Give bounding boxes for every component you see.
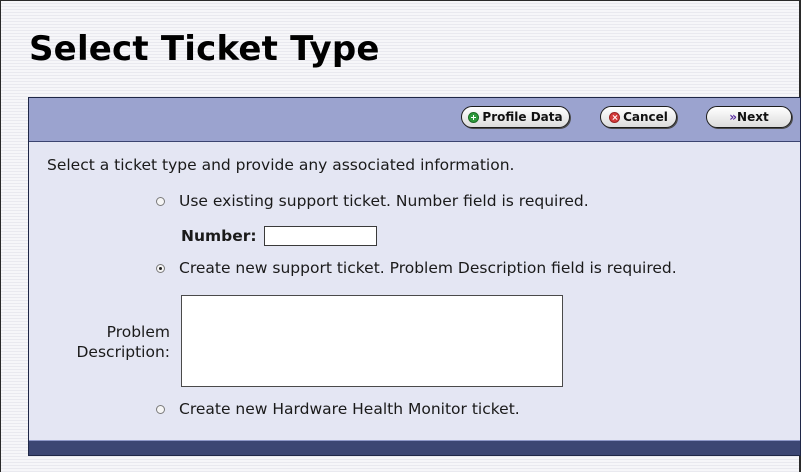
panel-footer-bar xyxy=(29,440,800,455)
next-button[interactable]: » Next xyxy=(706,106,792,128)
plus-circle-icon xyxy=(468,111,480,123)
option-new-ticket-label: Create new support ticket. Problem Descr… xyxy=(179,259,677,277)
option-existing-ticket-label: Use existing support ticket. Number fiel… xyxy=(179,192,589,210)
problem-description-textarea[interactable] xyxy=(181,295,563,387)
profile-data-button[interactable]: Profile Data xyxy=(461,106,570,128)
option-hardware-health-ticket[interactable]: Create new Hardware Health Monitor ticke… xyxy=(156,400,520,418)
cancel-label: Cancel xyxy=(623,110,668,124)
page-title: Select Ticket Type xyxy=(29,29,380,69)
intro-text: Select a ticket type and provide any ass… xyxy=(47,156,515,174)
double-chevron-right-icon: » xyxy=(729,110,737,124)
problem-label-line2: Description: xyxy=(76,343,171,361)
profile-data-label: Profile Data xyxy=(482,110,563,124)
cancel-button[interactable]: Cancel xyxy=(600,106,677,128)
radio-existing-ticket[interactable] xyxy=(156,196,165,206)
x-circle-icon xyxy=(609,111,621,123)
option-hardware-health-label: Create new Hardware Health Monitor ticke… xyxy=(179,400,520,418)
option-existing-ticket[interactable]: Use existing support ticket. Number fiel… xyxy=(156,192,589,210)
toolbar: Profile Data Cancel » Next xyxy=(29,98,800,142)
form-content: Select a ticket type and provide any ass… xyxy=(29,142,800,438)
number-row: Number: xyxy=(181,226,377,246)
problem-description-label: Problem Description: xyxy=(69,322,171,362)
radio-hardware-health-ticket[interactable] xyxy=(156,404,165,414)
number-input[interactable] xyxy=(263,226,377,246)
number-label: Number: xyxy=(181,227,257,245)
ticket-type-panel: Profile Data Cancel » Next Select a tick… xyxy=(28,97,801,456)
next-label: Next xyxy=(737,110,769,124)
page: Select Ticket Type Profile Data Cancel »… xyxy=(0,0,801,472)
problem-label-line1: Problem xyxy=(106,323,170,341)
radio-new-ticket[interactable] xyxy=(156,263,165,273)
option-new-ticket[interactable]: Create new support ticket. Problem Descr… xyxy=(156,259,677,277)
